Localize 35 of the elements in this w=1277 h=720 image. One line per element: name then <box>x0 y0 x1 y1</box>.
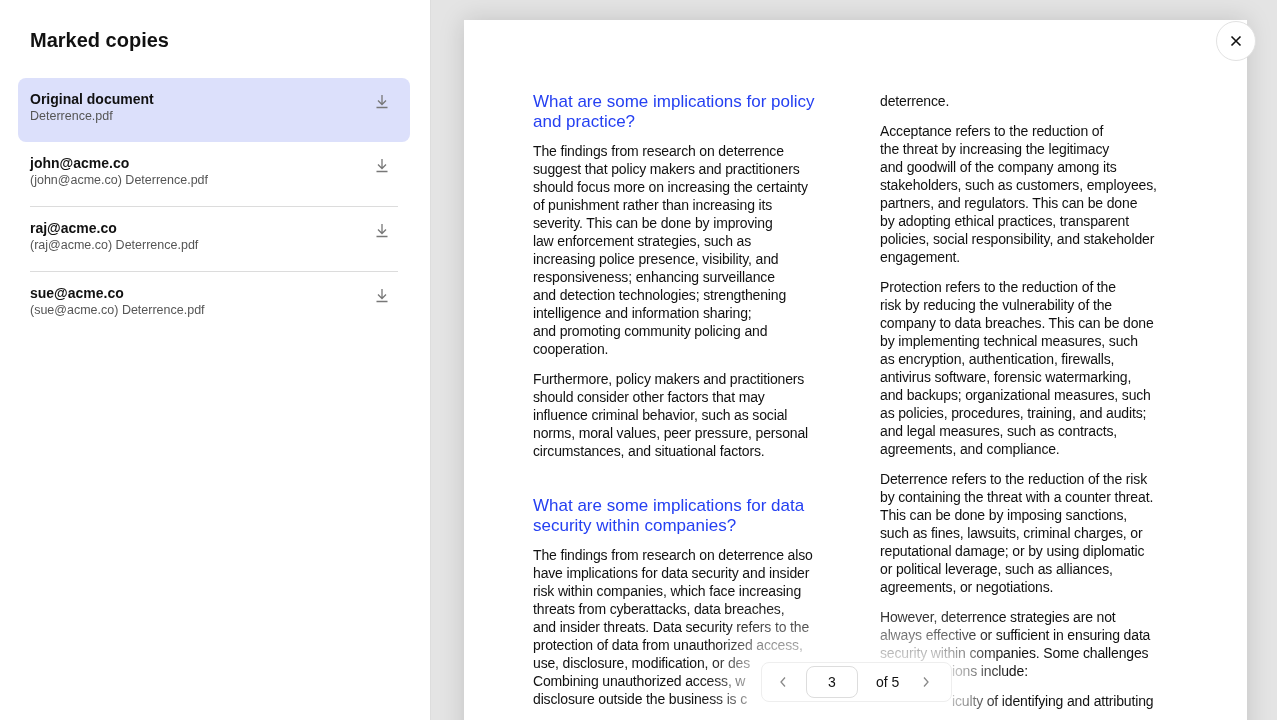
download-icon[interactable] <box>374 93 390 109</box>
paragraph: The findings from research on deterrence suggest that policy makers and practitioners should focus more on increasing the certainty of punishment rather than increasing its severity. This can be done by improving law enforcement strategies, such as increasing police presence, visibility, and responsiveness; enhancing surveillance and detection technologies; strengthening intelligence and information sharing; and promoting community policing and cooperation. <box>533 142 809 358</box>
download-icon[interactable] <box>374 222 390 238</box>
file-name: Deterrence.pdf <box>30 108 114 124</box>
copy-title: Original document <box>30 91 154 108</box>
chevron-left-icon <box>779 676 787 688</box>
sidebar-title: Marked copies <box>30 28 170 52</box>
section-heading: What are some implications for data security within companies? <box>533 496 806 536</box>
paragraph: deterrence. <box>880 92 951 110</box>
file-name: (sue@acme.co) Deterrence.pdf <box>30 302 205 318</box>
paragraph: Furthermore, policy makers and practitioners should consider other factors that may influence criminal behavior, such as social norms, moral values, peer pressure, personal circumstances, and situational factors. <box>533 370 810 460</box>
download-icon[interactable] <box>374 157 390 173</box>
page-number-field[interactable]: 3 <box>806 666 858 698</box>
copy-list-item[interactable]: john@acme.co (john@acme.co) Deterrence.pdf <box>18 142 410 206</box>
paragraph: Acceptance refers to the reduction of the threat by increasing the legitimacy and goodwill of the company among its stakeholders, such as customers, employees, partners, and regulators. This can be done by adopting ethical practices, transparent policies, social responsibility, and stakeholder engagement. <box>880 122 1158 266</box>
download-icon[interactable] <box>374 287 390 303</box>
list-item-text: iculty of identifying and attributing <box>952 692 1154 710</box>
paragraph: Protection refers to the reduction of the risk by reducing the vulnerability of the company to data breaches. This can be done by implementing technical measures, such as encryption, authentication, firewalls, antivirus software, forensic watermarking, and backups; organizational measures, such as policies, procedures, training, and audits; and legal measures, such as contracts, agreements, and compliance. <box>880 278 1155 458</box>
text-fragment: Combining unauthorized access, w <box>533 672 746 690</box>
copy-title: raj@acme.co <box>30 220 118 237</box>
section-heading: What are some implications for policy and practice? <box>533 92 816 132</box>
copy-title: john@acme.co <box>30 155 131 172</box>
copy-title: sue@acme.co <box>30 285 125 302</box>
page-count: of 5 <box>876 672 900 692</box>
close-icon <box>1230 35 1242 47</box>
copy-list-item[interactable]: Original document Deterrence.pdf <box>18 78 410 142</box>
text-fragment: ions include: <box>952 662 1028 680</box>
copy-list-item[interactable]: sue@acme.co (sue@acme.co) Deterrence.pdf <box>18 272 410 336</box>
copy-list-item[interactable]: raj@acme.co (raj@acme.co) Deterrence.pdf <box>18 207 410 271</box>
chevron-right-icon <box>922 676 931 688</box>
paragraph: Deterrence refers to the reduction of the risk by containing the threat with a counter threat. This can be done by imposing sanctions, such as fines, lawsuits, criminal charges, or reputational damage; or by using diplomatic or political leverage, such as alliances, agreements, or negotiations. <box>880 470 1155 596</box>
file-name: (raj@acme.co) Deterrence.pdf <box>30 237 199 253</box>
text-fragment: use, disclosure, modification, or des <box>533 654 750 672</box>
text-fragment: disclosure outside the business is c <box>533 690 748 708</box>
file-name: (john@acme.co) Deterrence.pdf <box>30 172 209 188</box>
